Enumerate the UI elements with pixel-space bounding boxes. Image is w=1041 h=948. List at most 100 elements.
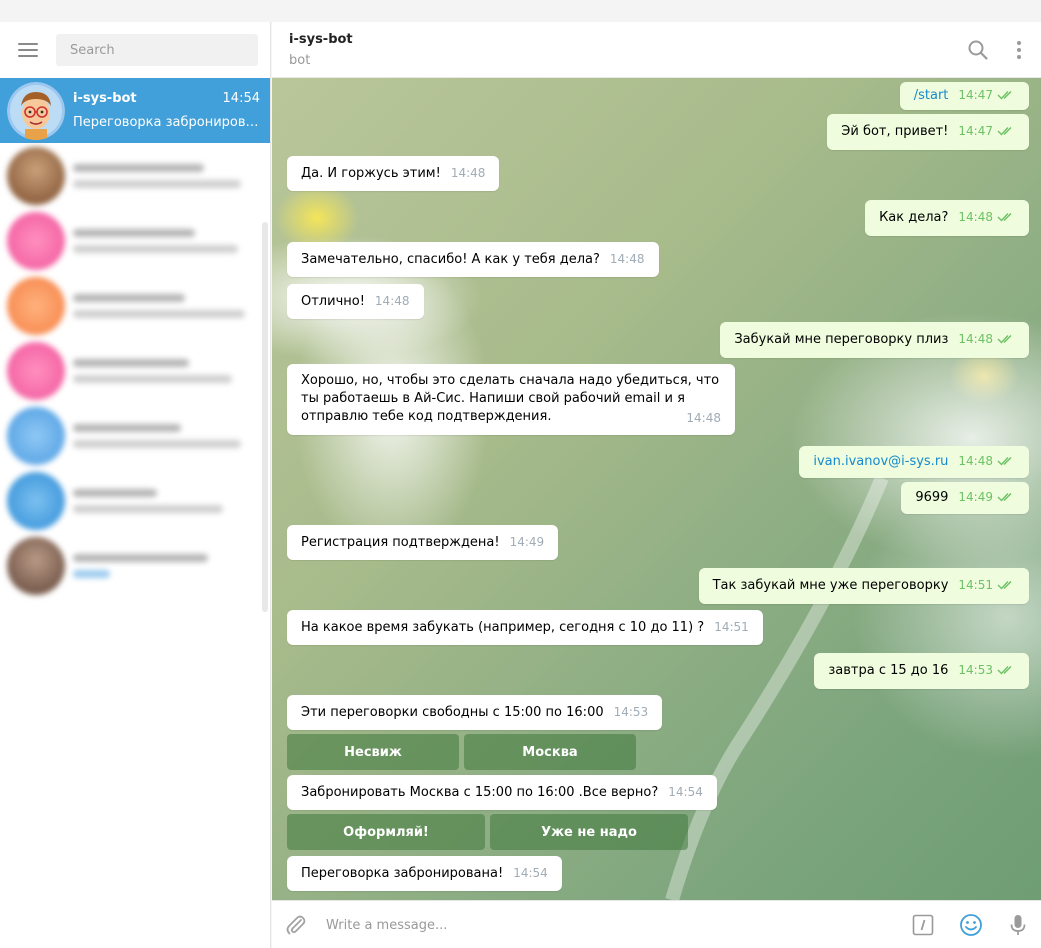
blurred-text xyxy=(73,221,260,261)
message-text: На какое время забукать (например, сегод… xyxy=(301,620,705,635)
message-bubble[interactable]: Замечательно, спасибо! А как у тебя дела… xyxy=(287,242,659,277)
chat-header: i-sys-bot bot xyxy=(272,22,1041,78)
hamburger-menu-icon[interactable] xyxy=(18,43,38,57)
message-time: 14:51 xyxy=(958,578,993,592)
message-time: 14:48 xyxy=(374,294,410,308)
message-text: Замечательно, спасибо! А как у тебя дела… xyxy=(301,252,600,267)
message-bubble[interactable]: Забронировать Москва с 15:00 по 16:00 .В… xyxy=(287,775,717,810)
message-time: 14:53 xyxy=(613,705,649,719)
message-text: Как дела? xyxy=(879,210,949,225)
chat-list: i-sys-bot 14:54 Переговорка забронирован… xyxy=(0,78,270,598)
sidebar: i-sys-bot 14:54 Переговорка забронирован… xyxy=(0,22,271,948)
message-bubble[interactable]: Как дела? 14:48 xyxy=(865,200,1029,236)
message-text: 9699 xyxy=(915,490,949,505)
message-time: 14:49 xyxy=(958,490,993,504)
chat-item-blurred-6[interactable] xyxy=(0,468,270,533)
blurred-text xyxy=(73,351,260,391)
message-time: 14:48 xyxy=(958,454,993,468)
blurred-text xyxy=(73,481,260,521)
chat-item-time: 14:54 xyxy=(222,91,260,106)
message-input[interactable] xyxy=(326,911,886,939)
bot-commands-icon[interactable] xyxy=(911,913,935,937)
chat-item-blurred-5[interactable] xyxy=(0,403,270,468)
inline-button-nesvizh[interactable]: Несвиж xyxy=(287,734,459,770)
blurred-text xyxy=(73,546,260,586)
chat-item-i-sys-bot[interactable]: i-sys-bot 14:54 Переговорка забронирован… xyxy=(0,78,270,143)
inline-button-cancel[interactable]: Уже не надо xyxy=(490,814,688,850)
search-icon[interactable] xyxy=(966,38,990,62)
sidebar-scrollbar[interactable] xyxy=(262,222,268,612)
message-bubble[interactable]: Хорошо, но, чтобы это сделать сначала на… xyxy=(287,364,735,435)
message-text: Забронировать Москва с 15:00 по 16:00 .В… xyxy=(301,785,659,800)
attach-icon[interactable] xyxy=(284,913,308,937)
emoji-icon[interactable] xyxy=(959,913,983,937)
double-check-icon xyxy=(997,88,1015,106)
message-bubble[interactable]: На какое время забукать (например, сегод… xyxy=(287,610,763,645)
double-check-icon xyxy=(997,454,1015,472)
message-time: 14:47 xyxy=(958,124,993,138)
message-bubble[interactable]: Забукай мне переговорку плиз 14:48 xyxy=(720,322,1029,358)
message-time: 14:51 xyxy=(714,620,749,634)
message-bubble[interactable]: Регистрация подтверждена! 14:49 xyxy=(287,525,559,560)
message-bubble[interactable]: ivan.ivanov@i-sys.ru 14:48 xyxy=(799,446,1029,478)
message-time: 14:54 xyxy=(513,866,548,880)
blurred-avatar xyxy=(7,276,65,335)
message-bubble[interactable]: /start 14:47 xyxy=(899,82,1029,110)
message-time: 14:48 xyxy=(686,411,721,425)
message-bubble[interactable]: Так забукай мне уже переговорку 14:51 xyxy=(698,568,1029,604)
search-input[interactable] xyxy=(56,34,258,66)
message-bubble[interactable]: Отлично! 14:48 xyxy=(287,284,424,319)
double-check-icon xyxy=(997,490,1015,508)
message-bubble[interactable]: 9699 14:49 xyxy=(901,482,1029,514)
email-link[interactable]: ivan.ivanov@i-sys.ru xyxy=(813,454,948,469)
message-history[interactable]: /start 14:47 Эй бот, привет! 14:47 Да. И г… xyxy=(272,78,1041,900)
message-time: 14:48 xyxy=(609,252,645,266)
message-text: Эй бот, привет! xyxy=(841,124,949,139)
message-time: 14:47 xyxy=(958,88,993,102)
chat-item-meta: i-sys-bot 14:54 Переговорка забронирован… xyxy=(73,91,260,130)
chat-item-blurred-2[interactable] xyxy=(0,208,270,273)
blurred-text xyxy=(73,156,260,196)
blurred-text xyxy=(73,286,260,326)
chat-item-blurred-3[interactable] xyxy=(0,273,270,338)
message-text: Отлично! xyxy=(301,294,365,309)
chat-item-name: i-sys-bot xyxy=(73,91,137,106)
inline-button-confirm[interactable]: Оформляй! xyxy=(287,814,485,850)
message-time: 14:54 xyxy=(668,785,703,799)
chat-item-preview: Переговорка забронирована! xyxy=(73,115,260,130)
blurred-avatar xyxy=(7,406,65,465)
peer-status: bot xyxy=(289,53,311,68)
inline-button-moskva[interactable]: Москва xyxy=(464,734,636,770)
message-time: 14:48 xyxy=(958,332,993,346)
message-time: 14:49 xyxy=(509,535,545,549)
bot-command-link[interactable]: /start xyxy=(914,88,949,103)
message-time: 14:48 xyxy=(958,210,993,224)
message-bubble[interactable]: Эти переговорки свободны с 15:00 по 16:0… xyxy=(287,695,663,730)
blurred-avatar xyxy=(7,471,65,530)
message-composer xyxy=(272,900,1041,948)
chat-item-blurred-1[interactable] xyxy=(0,143,270,208)
message-text: Переговорка забронирована! xyxy=(301,866,504,881)
message-text: Регистрация подтверждена! xyxy=(301,535,500,550)
peer-name: i-sys-bot xyxy=(289,32,353,47)
message-bubble[interactable]: Переговорка забронирована! 14:54 xyxy=(287,856,562,891)
message-bubble[interactable]: Эй бот, привет! 14:47 xyxy=(827,114,1029,150)
message-bubble[interactable]: Да. И горжусь этим! 14:48 xyxy=(287,156,500,191)
message-time: 14:53 xyxy=(958,663,993,677)
blurred-avatar xyxy=(7,146,65,205)
double-check-icon xyxy=(997,124,1015,142)
message-time: 14:48 xyxy=(450,166,486,180)
chat-item-blurred-7[interactable] xyxy=(0,533,270,598)
message-text: завтра с 15 до 16 xyxy=(828,663,949,678)
more-menu-icon[interactable] xyxy=(1007,38,1031,62)
chat-item-blurred-4[interactable] xyxy=(0,338,270,403)
message-text: Так забукай мне уже переговорку xyxy=(712,578,949,593)
double-check-icon xyxy=(997,210,1015,228)
bot-avatar xyxy=(7,81,65,140)
message-bubble[interactable]: завтра с 15 до 16 14:53 xyxy=(814,653,1029,689)
message-text: Да. И горжусь этим! xyxy=(301,166,441,181)
blurred-avatar xyxy=(7,536,65,595)
double-check-icon xyxy=(997,332,1015,350)
microphone-icon[interactable] xyxy=(1006,913,1030,937)
message-text: Хорошо, но, чтобы это сделать сначала на… xyxy=(301,373,720,424)
